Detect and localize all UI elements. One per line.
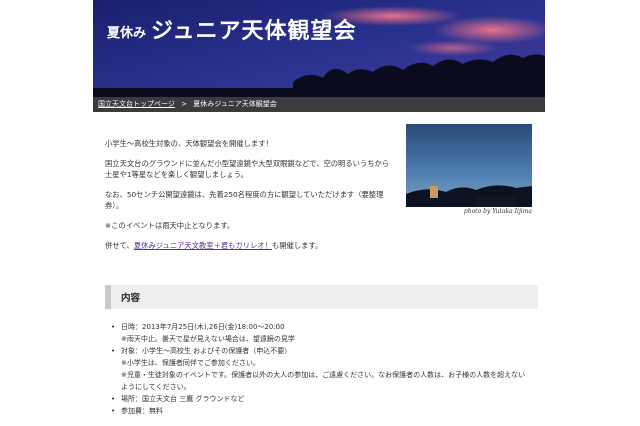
- related-event-link[interactable]: 夏休みジュニア天文教室＋君もガリレオ！: [134, 241, 272, 250]
- breadcrumb: 国立天文台トップページ > 夏休みジュニア天体観望会: [93, 97, 545, 112]
- rain-notice: ※このイベントは雨天中止となります。: [105, 221, 235, 230]
- breadcrumb-separator: >: [181, 100, 187, 108]
- list-note: ※小学生は、保護者同伴でご参加ください。: [121, 359, 260, 367]
- breadcrumb-home-link[interactable]: 国立天文台トップページ: [98, 100, 175, 108]
- breadcrumb-current: 夏休みジュニア天体観望会: [193, 100, 277, 108]
- intro-text: 小学生～高校生対象の、天体観望会を開催します！ 国立天文台のグラウンドに並んだ小…: [105, 138, 395, 260]
- list-note: ※雨天中止。曇天で星が見えない場合は、望遠鏡の見学: [121, 335, 295, 343]
- section-header: 内容: [105, 285, 538, 309]
- page-title: ジュニア天体観望会: [151, 19, 357, 44]
- intro-paragraph: 小学生～高校生対象の、天体観望会を開催します！: [105, 139, 273, 148]
- list-item-target: 対象：小学生～高校生 およびその保護者（申込不要）: [111, 345, 531, 357]
- list-item-place: 場所：国立天文台 三鷹 グラウンドなど: [111, 393, 531, 405]
- header-banner: 夏休み ジュニア天体観望会: [93, 0, 545, 97]
- intro-paragraph: なお、50センチ公開望遠鏡は、先着250名程度の方に観望していただけます（要整理…: [105, 190, 384, 210]
- photo-caption: photo by Yutaka Iijima: [463, 208, 532, 215]
- related-prefix: 併せて、: [105, 241, 134, 250]
- list-item-fee: 参加費：無料: [111, 405, 531, 417]
- intro-paragraph: 国立天文台のグラウンドに並んだ小型望遠鏡や大型双眼鏡などで、空の明るいうちから土…: [105, 159, 390, 179]
- event-details-list: 日時：2013年7月25日(木),26日(金)18:00～20:00 ※雨天中止…: [111, 321, 531, 417]
- list-note: ※児童・生徒対象のイベントです。保護者以外の大人の参加は、ご遠慮ください。なお保…: [121, 371, 526, 391]
- section-title: 内容: [121, 293, 141, 304]
- related-event-paragraph: 併せて、夏休みジュニア天文教室＋君もガリレオ！も開催します。: [105, 240, 395, 251]
- observatory-photo: [406, 124, 532, 207]
- related-suffix: も開催します。: [271, 241, 323, 250]
- page-container: 夏休み ジュニア天体観望会 国立天文台トップページ > 夏休みジュニア天体観望会…: [93, 0, 545, 426]
- banner-subtitle: 夏休み: [107, 26, 147, 41]
- list-item-date: 日時：2013年7月25日(木),26日(金)18:00～20:00: [111, 321, 531, 333]
